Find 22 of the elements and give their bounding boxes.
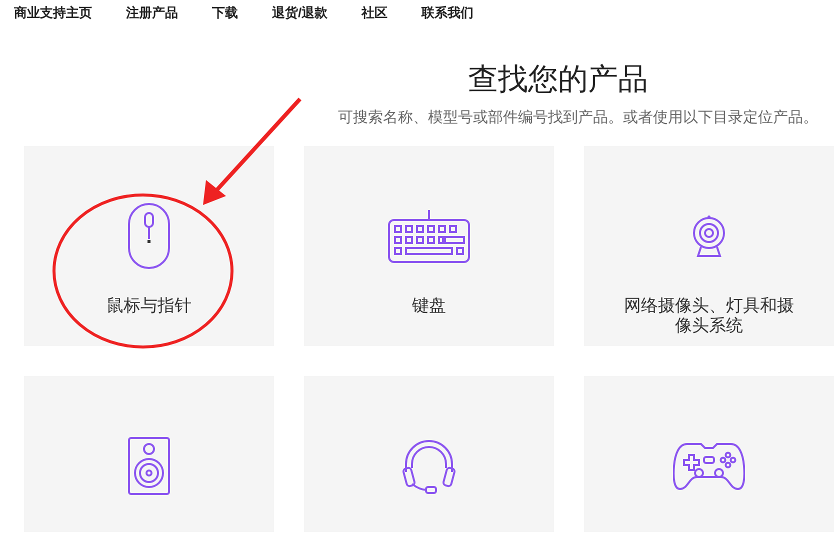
category-card[interactable]	[24, 376, 274, 532]
page-subtitle: 可搜索名称、模型号或部件编号找到产品。或者使用以下目录定位产品。	[338, 108, 818, 128]
speaker-icon	[128, 437, 170, 495]
category-card[interactable]	[304, 376, 554, 532]
nav-link[interactable]: 下载	[212, 3, 238, 23]
category-label: 键盘	[411, 296, 447, 316]
headset-icon	[402, 438, 456, 494]
gamepad-icon	[673, 441, 745, 491]
keyboard-icon	[388, 209, 470, 263]
nav-link[interactable]: 注册产品	[126, 3, 178, 23]
nav-link[interactable]: 退货/退款	[272, 3, 328, 23]
category-card[interactable]: 网络摄像头、灯具和摄像头系统	[584, 146, 834, 346]
category-card[interactable]	[584, 376, 834, 532]
category-label: 网络摄像头、灯具和摄像头系统	[623, 296, 795, 336]
mouse-icon	[128, 203, 170, 269]
nav-link[interactable]: 联系我们	[422, 3, 474, 23]
category-label: 鼠标与指针	[106, 296, 192, 316]
nav-link[interactable]: 社区	[362, 3, 388, 23]
nav-link[interactable]: 商业支持主页	[14, 3, 92, 23]
category-card[interactable]: 鼠标与指针	[24, 146, 274, 346]
page-title: 查找您的产品	[468, 62, 648, 98]
category-card[interactable]: 键盘	[304, 146, 554, 346]
